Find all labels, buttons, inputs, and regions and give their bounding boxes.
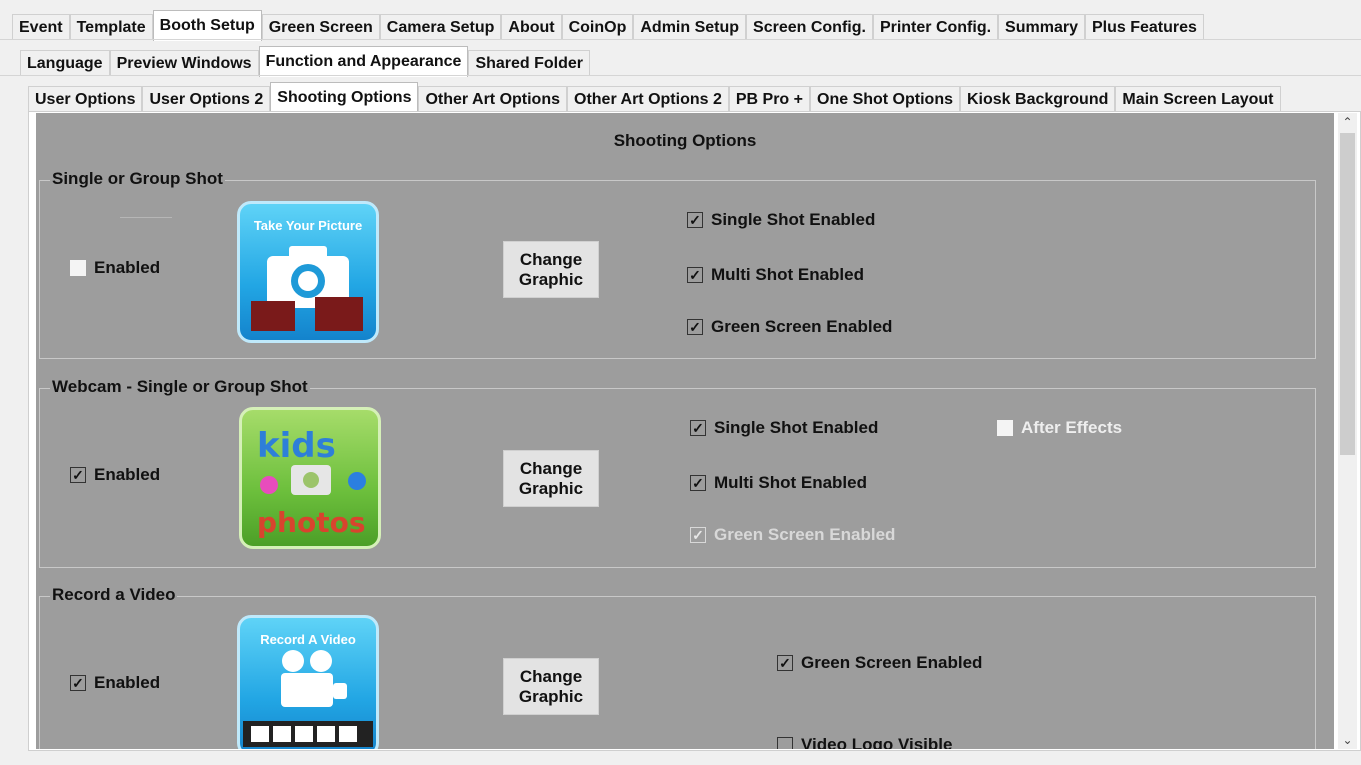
tab-summary[interactable]: Summary: [998, 14, 1085, 40]
single-shot-enabled-checkbox[interactable]: ✓ Single Shot Enabled: [687, 210, 875, 230]
multi-shot-enabled-checkbox[interactable]: ✓ Multi Shot Enabled: [687, 265, 864, 285]
options-tab-other-art-options-2[interactable]: Other Art Options 2: [567, 86, 729, 112]
options-tab-bar: User Options User Options 2 Shooting Optio…: [28, 82, 1281, 113]
options-tab-user-options[interactable]: User Options: [28, 86, 143, 112]
subtab-function-and-appearance[interactable]: Function and Appearance: [258, 46, 469, 77]
tab-screen-config[interactable]: Screen Config.: [746, 14, 873, 40]
main-tab-bar: Event Template Booth Setup Green Screen Came…: [12, 10, 1204, 41]
tab-coinop[interactable]: CoinOp: [561, 14, 634, 40]
video-green-screen-checkbox[interactable]: ✓ Green Screen Enabled: [777, 653, 982, 673]
tab-green-screen[interactable]: Green Screen: [261, 14, 380, 40]
subtab-preview-windows[interactable]: Preview Windows: [109, 50, 259, 76]
options-tab-main-screen-layout[interactable]: Main Screen Layout: [1115, 86, 1281, 112]
divider: [0, 75, 1361, 76]
tab-admin-setup[interactable]: Admin Setup: [633, 14, 747, 40]
checkbox-box: ✓: [690, 527, 706, 543]
record-a-video-graphic: Record A Video: [237, 615, 379, 749]
sub-tab-bar: Language Preview Windows Function and Appe…: [20, 44, 591, 77]
divider: [120, 217, 172, 218]
camera-icon: [251, 246, 363, 331]
svg-text:kids: kids: [257, 426, 336, 466]
webcam-single-shot-checkbox[interactable]: ✓ Single Shot Enabled: [690, 418, 878, 438]
checkbox-box: [997, 420, 1013, 436]
options-tab-pb-pro[interactable]: PB Pro +: [728, 86, 810, 112]
tab-template[interactable]: Template: [69, 14, 153, 40]
tab-plus-features[interactable]: Plus Features: [1084, 14, 1204, 40]
webcam-enabled-checkbox[interactable]: ✓ Enabled: [70, 465, 160, 485]
options-tab-one-shot-options[interactable]: One Shot Options: [810, 86, 960, 112]
options-tab-user-options-2[interactable]: User Options 2: [142, 86, 271, 112]
vertical-scrollbar[interactable]: ⌃ ⌄: [1338, 113, 1357, 749]
checkbox-box: ✓: [687, 212, 703, 228]
checkbox-box: ✓: [690, 420, 706, 436]
change-graphic-button[interactable]: Change Graphic: [503, 241, 599, 298]
change-graphic-button[interactable]: Change Graphic: [503, 450, 599, 507]
webcam-multi-shot-checkbox[interactable]: ✓ Multi Shot Enabled: [690, 473, 867, 493]
tab-booth-setup[interactable]: Booth Setup: [152, 10, 262, 41]
video-camera-icon: [243, 650, 373, 747]
panel-title: Shooting Options: [613, 131, 757, 150]
options-tab-other-art-options[interactable]: Other Art Options: [418, 86, 567, 112]
group-label: Single or Group Shot: [50, 169, 225, 189]
divider: [0, 39, 1361, 40]
options-tab-kiosk-background[interactable]: Kiosk Background: [960, 86, 1116, 112]
green-screen-enabled-checkbox[interactable]: ✓ Green Screen Enabled: [687, 317, 892, 337]
checkbox-box: ✓: [777, 655, 793, 671]
kids-photos-icon: kids photos: [257, 426, 366, 539]
single-group-shot-group: Single or Group Shot Enabled Take Your P…: [39, 169, 1316, 359]
checkbox-box: ✓: [70, 467, 86, 483]
video-enabled-checkbox[interactable]: ✓ Enabled: [70, 673, 160, 693]
svg-text:photos: photos: [257, 506, 366, 539]
checkbox-box: ✓: [687, 267, 703, 283]
checkbox-box: ✓: [70, 675, 86, 691]
checkbox-box: [777, 737, 793, 749]
single-group-enabled-checkbox[interactable]: Enabled: [70, 258, 160, 278]
scroll-thumb[interactable]: [1340, 133, 1355, 455]
record-video-group: Record a Video ✓ Enabled Record A Video …: [39, 585, 1316, 749]
checkbox-box: ✓: [687, 319, 703, 335]
checkbox-box: [70, 260, 86, 276]
options-tab-shooting-options[interactable]: Shooting Options: [270, 82, 419, 113]
webcam-group-shot-group: Webcam - Single or Group Shot ✓ Enabled …: [39, 377, 1316, 568]
webcam-green-screen-checkbox[interactable]: ✓ Green Screen Enabled: [690, 525, 895, 545]
video-logo-visible-checkbox[interactable]: Video Logo Visible: [777, 735, 952, 749]
take-your-picture-graphic: Take Your Picture: [237, 201, 379, 343]
after-effects-checkbox[interactable]: After Effects: [997, 418, 1122, 438]
scroll-up-icon[interactable]: ⌃: [1338, 113, 1357, 131]
shooting-options-panel: Shooting Options Single or Group Shot En…: [36, 113, 1334, 749]
subtab-shared-folder[interactable]: Shared Folder: [468, 50, 591, 76]
subtab-language[interactable]: Language: [20, 50, 110, 76]
group-label: Record a Video: [50, 585, 178, 605]
change-graphic-button[interactable]: Change Graphic: [503, 658, 599, 715]
group-label: Webcam - Single or Group Shot: [50, 377, 310, 397]
tab-event[interactable]: Event: [12, 14, 70, 40]
scroll-down-icon[interactable]: ⌄: [1338, 731, 1357, 749]
checkbox-box: ✓: [690, 475, 706, 491]
kids-photos-graphic: kids photos: [239, 407, 381, 549]
tab-printer-config[interactable]: Printer Config.: [872, 14, 999, 40]
tab-about[interactable]: About: [501, 14, 562, 40]
tab-camera-setup[interactable]: Camera Setup: [379, 14, 502, 40]
